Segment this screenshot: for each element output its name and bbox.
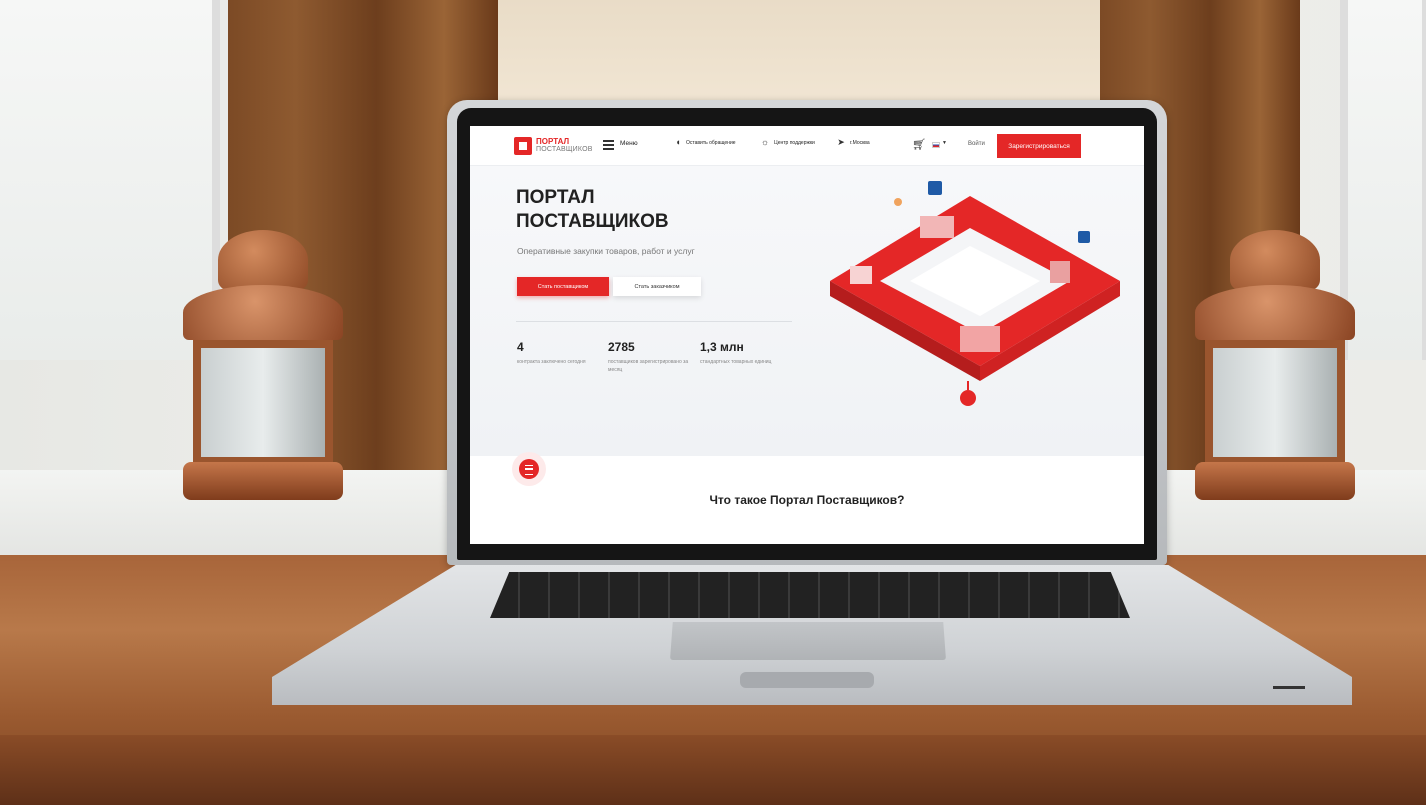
location-arrow-icon[interactable]: ➤ [836,137,846,147]
lantern-left [183,200,343,500]
laptop-notch [740,672,874,688]
lightbulb-icon[interactable]: ☼ [760,137,770,147]
headset-icon[interactable]: ◖ [673,137,683,147]
lantern-base [1195,462,1355,500]
register-button[interactable]: Зарегистрироваться [997,134,1081,158]
stat-value: 1,3 млн [700,340,744,354]
site-header: ПОРТАЛ ПОСТАВЩИКОВ Меню ◖ Оставить обращ… [470,126,1144,166]
support-link[interactable]: Центр поддержки [774,140,815,146]
table-edge [0,735,1426,805]
lantern-roof [183,285,343,340]
hero-subtitle: Оперативные закупки товаров, работ и усл… [517,246,695,256]
lantern-roof [1195,285,1355,340]
become-customer-button[interactable]: Стать заказчиком [613,277,701,296]
stat-label: поставщиков зарегистрировано за месяц [608,359,689,373]
menu-button[interactable]: Меню [620,140,638,147]
region-selector[interactable]: г.Москва [850,140,870,146]
logo-title[interactable]: ПОРТАЛ [536,137,569,146]
flag-ru-icon[interactable] [932,142,940,148]
laptop-screen: ПОРТАЛ ПОСТАВЩИКОВ Меню ◖ Оставить обращ… [470,126,1144,544]
cart-icon[interactable]: 🛒︎ [912,138,926,151]
hero-illustration [830,181,1120,406]
laptop-keyboard [490,572,1130,618]
logo-subtitle[interactable]: ПОСТАВЩИКОВ [536,146,593,153]
laptop-led [1273,686,1305,689]
feedback-link[interactable]: Оставить обращение [686,140,736,146]
chat-icon[interactable] [512,452,546,486]
laptop-trackpad [670,622,946,660]
stat-label: контракта заключено сегодня [517,359,586,365]
hero-title: ПОРТАЛ ПОСТАВЩИКОВ [516,187,669,232]
login-link[interactable]: Войти [968,141,985,147]
lantern-base [183,462,343,500]
lantern-cap [218,230,308,290]
lantern-cap [1230,230,1320,290]
become-supplier-button[interactable]: Стать поставщиком [517,277,609,296]
chevron-down-icon[interactable]: ▼ [942,140,947,146]
lantern-glass [193,340,333,465]
section-title: Что такое Портал Поставщиков? [709,493,905,507]
hamburger-icon[interactable] [603,140,614,150]
logo-icon[interactable] [514,137,532,155]
lantern-right [1195,200,1355,500]
stat-value: 4 [517,340,524,354]
stat-value: 2785 [608,340,635,354]
lantern-glass [1205,340,1345,465]
stat-label: стандартных товарных единиц [700,359,772,365]
divider [516,321,792,322]
